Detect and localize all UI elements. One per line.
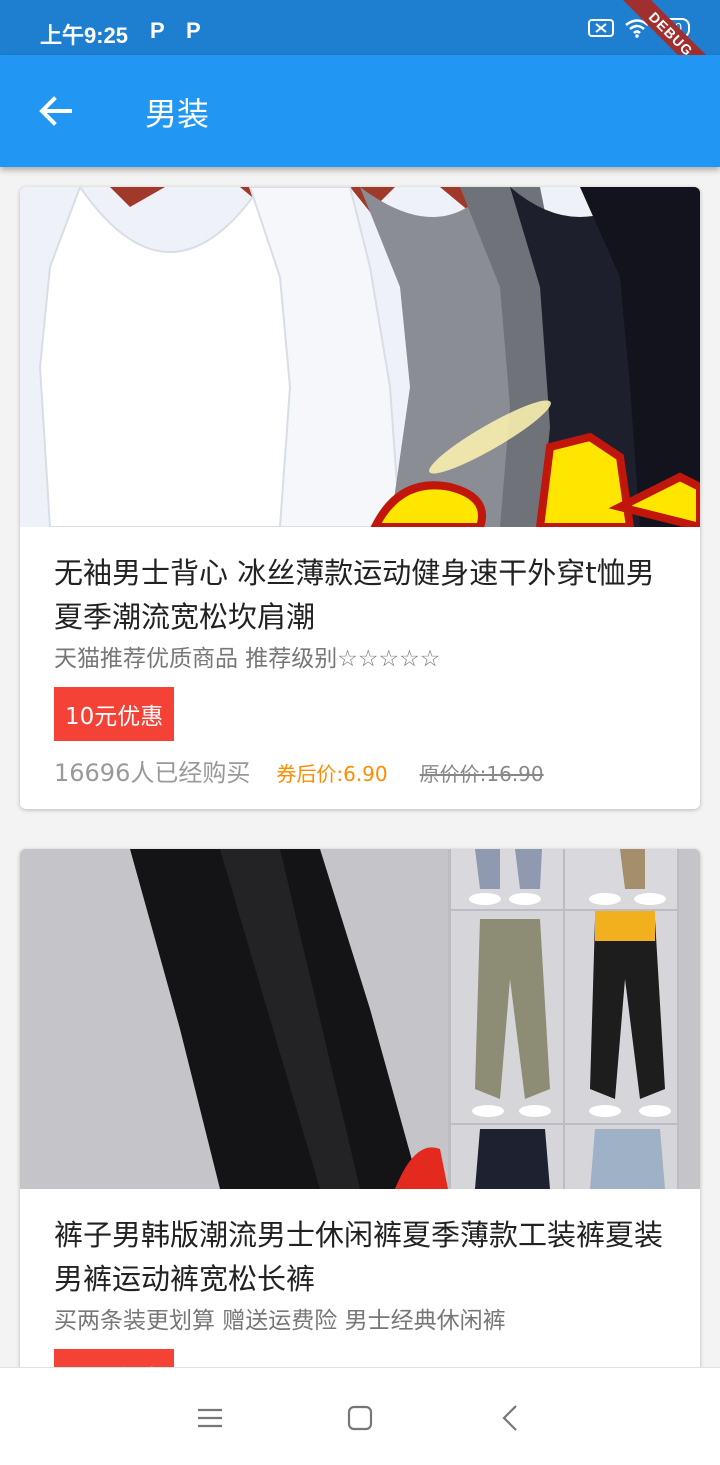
parking-notification-icon: P bbox=[186, 18, 201, 43]
price-row: 16696人已经购买 券后价:6.90 原价价:16.90 bbox=[54, 753, 666, 793]
product-subtitle: 买两条装更划算 赠送运费险 男士经典休闲裤 bbox=[54, 1308, 506, 1334]
page-title: 男装 bbox=[145, 95, 210, 133]
product-image bbox=[20, 849, 700, 1189]
product-card[interactable]: 裤子男韩版潮流男士休闲裤夏季薄款工装裤夏装男裤运动裤宽松长裤 买两条装更划算 赠… bbox=[20, 849, 700, 1367]
coupon-price: 券后价:6.90 bbox=[276, 762, 388, 786]
product-image bbox=[20, 187, 700, 527]
status-bar: 上午9:25 P P 50 DEBUG bbox=[0, 0, 720, 102]
parking-notification-icon: P bbox=[150, 18, 165, 43]
status-time: 上午9:25 bbox=[40, 23, 129, 48]
coupon-badge[interactable]: 10元优惠 bbox=[54, 687, 175, 741]
back-chevron-icon[interactable] bbox=[494, 1400, 530, 1436]
original-price: 原价价:16.90 bbox=[419, 762, 544, 786]
bought-count: 16696人已经购买 bbox=[54, 759, 251, 787]
product-info: 裤子男韩版潮流男士休闲裤夏季薄款工装裤夏装男裤运动裤宽松长裤 买两条装更划算 赠… bbox=[20, 1189, 700, 1367]
menu-icon[interactable] bbox=[192, 1400, 228, 1436]
arrow-back-icon[interactable] bbox=[36, 91, 76, 131]
system-nav-bar bbox=[0, 1367, 720, 1465]
coupon-badge[interactable]: 20元优惠 bbox=[54, 1349, 175, 1367]
product-list[interactable]: 无袖男士背心 冰丝薄款运动健身速干外穿t恤男夏季潮流宽松坎肩潮 天猫推荐优质商品… bbox=[0, 167, 720, 1367]
sim-off-icon bbox=[587, 19, 614, 37]
product-title: 无袖男士背心 冰丝薄款运动健身速干外穿t恤男夏季潮流宽松坎肩潮 bbox=[54, 556, 655, 634]
app-bar: 男装 bbox=[0, 55, 720, 167]
home-square-icon[interactable] bbox=[342, 1400, 378, 1436]
product-info: 无袖男士背心 冰丝薄款运动健身速干外穿t恤男夏季潮流宽松坎肩潮 天猫推荐优质商品… bbox=[20, 527, 700, 809]
product-subtitle: 天猫推荐优质商品 推荐级别☆☆☆☆☆ bbox=[54, 646, 441, 672]
product-title: 裤子男韩版潮流男士休闲裤夏季薄款工装裤夏装男裤运动裤宽松长裤 bbox=[54, 1218, 664, 1296]
product-card[interactable]: 无袖男士背心 冰丝薄款运动健身速干外穿t恤男夏季潮流宽松坎肩潮 天猫推荐优质商品… bbox=[20, 187, 700, 809]
